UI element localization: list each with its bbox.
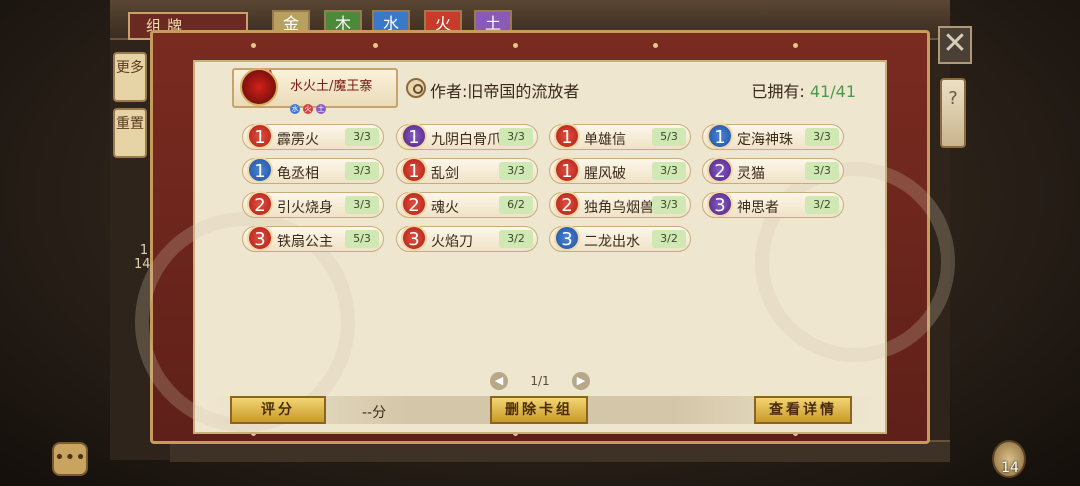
card-entry[interactable]: 2 灵猫 3/3	[702, 157, 844, 184]
card-name: 神思者	[737, 200, 779, 216]
deck-name: 水火土/魔王寨	[290, 79, 373, 94]
more-tab[interactable]: 更多	[113, 52, 147, 102]
card-name: 霹雳火	[277, 132, 319, 148]
background-close-icon[interactable]: ✕	[938, 26, 972, 64]
card-cost-badge: 1	[554, 123, 580, 149]
help-lantern-button[interactable]: ?	[940, 78, 966, 148]
deck-badge[interactable]: 8 水火土/魔王寨 水火土	[232, 68, 398, 114]
deck-emblem-icon	[240, 68, 278, 106]
card-count: 3/3	[805, 128, 839, 146]
chat-icon[interactable]: •••	[52, 442, 88, 476]
deck-element-dots: 水火土	[290, 96, 329, 115]
author-line: 作者:旧帝国的流放者	[430, 78, 579, 102]
card-name: 九阴白骨爪	[431, 132, 501, 148]
card-cost-badge: 3	[707, 191, 733, 217]
card-entry[interactable]: 1 腥风破 3/3	[549, 157, 691, 184]
card-cost-badge: 1	[554, 157, 580, 183]
card-cost-badge: 3	[554, 225, 580, 251]
owned-value: 41/41	[809, 82, 856, 101]
card-entry[interactable]: 2 独角乌烟兽 3/3	[549, 191, 691, 218]
prev-page-icon[interactable]: ◀	[490, 372, 508, 390]
card-cost-badge: 1	[707, 123, 733, 149]
card-name: 二龙出水	[584, 234, 640, 250]
card-count: 5/3	[652, 128, 686, 146]
card-count: 3/3	[345, 162, 379, 180]
card-cost-badge: 3	[247, 225, 273, 251]
card-entry[interactable]: 3 火焰刀 3/2	[396, 225, 538, 252]
card-entry[interactable]: 3 神思者 3/2	[702, 191, 844, 218]
card-count: 3/3	[345, 128, 379, 146]
card-entry[interactable]: 1 九阴白骨爪 3/3	[396, 123, 538, 150]
card-count: 3/3	[805, 162, 839, 180]
card-count: 3/3	[499, 128, 533, 146]
card-cost-badge: 2	[401, 191, 427, 217]
card-entry[interactable]: 1 龟丞相 3/3	[242, 157, 384, 184]
card-entry[interactable]: 3 二龙出水 3/2	[549, 225, 691, 252]
owned-line: 已拥有: 41/41	[751, 78, 856, 102]
pager: ◀ 1/1 ▶	[490, 372, 590, 390]
view-details-button[interactable]: 查看详情	[754, 396, 852, 424]
card-entry[interactable]: 2 引火烧身 3/3	[242, 191, 384, 218]
search-author-icon[interactable]	[406, 78, 426, 98]
author-label: 作者:	[430, 82, 468, 101]
card-count: 3/3	[499, 162, 533, 180]
card-name: 铁扇公主	[277, 234, 333, 250]
author-name: 旧帝国的流放者	[467, 82, 580, 101]
card-cost-badge: 2	[247, 191, 273, 217]
card-name: 龟丞相	[277, 166, 319, 182]
card-cost-badge: 3	[401, 225, 427, 251]
card-count: 3/2	[499, 230, 533, 248]
next-page-icon[interactable]: ▶	[572, 372, 590, 390]
rate-button[interactable]: 评分	[230, 396, 326, 424]
card-count: 3/2	[652, 230, 686, 248]
card-cost-badge: 1	[247, 123, 273, 149]
card-count: 3/2	[805, 196, 839, 214]
card-name: 单雄信	[584, 132, 626, 148]
card-cost-badge: 1	[401, 157, 427, 183]
card-name: 独角乌烟兽	[584, 200, 654, 216]
card-count: 3/3	[652, 196, 686, 214]
score-value: --分	[362, 405, 387, 421]
owned-label: 已拥有:	[751, 82, 805, 101]
card-entry[interactable]: 1 单雄信 5/3	[549, 123, 691, 150]
card-count: 5/3	[345, 230, 379, 248]
deck-header: 8 水火土/魔王寨 水火土 作者:旧帝国的流放者 已拥有: 41/41	[210, 66, 880, 114]
card-entry[interactable]: 3 铁扇公主 5/3	[242, 225, 384, 252]
fire-element-icon: 火	[303, 104, 313, 114]
card-cost-badge: 1	[401, 123, 427, 149]
card-cost-badge: 2	[707, 157, 733, 183]
bag-count: 14	[1001, 460, 1019, 476]
card-entry[interactable]: 1 霹雳火 3/3	[242, 123, 384, 150]
card-name: 灵猫	[737, 166, 765, 182]
card-entry[interactable]: 1 乱剑 3/3	[396, 157, 538, 184]
delete-deck-button[interactable]: 删除卡组	[490, 396, 588, 424]
earth-element-icon: 土	[316, 104, 326, 114]
card-count: 3/3	[652, 162, 686, 180]
reset-tab[interactable]: 重置	[113, 108, 147, 158]
card-count: 3/3	[345, 196, 379, 214]
water-element-icon: 水	[290, 104, 300, 114]
card-name: 魂火	[431, 200, 459, 216]
card-name: 定海神珠	[737, 132, 793, 148]
card-name: 火焰刀	[431, 234, 473, 250]
card-cost-badge: 1	[247, 157, 273, 183]
card-name: 引火烧身	[277, 200, 333, 216]
card-count: 6/2	[499, 196, 533, 214]
card-cost-badge: 2	[554, 191, 580, 217]
card-name: 腥风破	[584, 166, 626, 182]
page-indicator: 1/1	[530, 374, 550, 388]
card-entry[interactable]: 2 魂火 6/2	[396, 191, 538, 218]
card-entry[interactable]: 1 定海神珠 3/3	[702, 123, 844, 150]
card-name: 乱剑	[431, 166, 459, 182]
